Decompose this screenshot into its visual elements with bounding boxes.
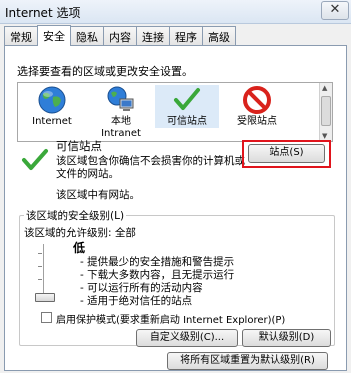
zone-trusted-sites[interactable]: 可信站点 (155, 85, 219, 128)
selected-zone-title: 可信站点 (56, 139, 102, 153)
protected-mode-label[interactable]: 启用保护模式(要求重新启动 Internet Explorer)(P) (56, 311, 285, 326)
zone-label: 本地 Intranet (101, 116, 141, 139)
scroll-thumb[interactable] (321, 96, 331, 126)
zone-restricted-sites[interactable]: 受限站点 (225, 85, 289, 128)
level-bullet: - 提供最少的安全措施和警告提示 (80, 256, 235, 268)
zone-label: 受限站点 (237, 116, 277, 127)
tab-privacy[interactable]: 隐私 (70, 26, 104, 45)
zone-list: Internet 本地 Intranet 可信站点 受限站点 ▲ ▼ (17, 82, 333, 142)
security-level-slider[interactable] (34, 242, 56, 304)
security-panel: 选择要查看的区域或更改安全设置。 Internet 本地 Intranet 可信… (4, 45, 347, 371)
zone-local-intranet[interactable]: 本地 Intranet (89, 85, 153, 140)
scroll-down-icon[interactable]: ▼ (322, 132, 327, 140)
zone-label: Internet (32, 116, 72, 127)
selected-zone-status: 该区域中有网站。 (56, 189, 140, 201)
close-button[interactable]: ✕ (321, 1, 349, 20)
reset-all-zones-button[interactable]: 将所有区域重置为默认级别(R) (167, 352, 328, 370)
selected-zone-description-cont: 文件的网站。 (56, 168, 119, 180)
zone-list-scrollbar[interactable]: ▲ ▼ (319, 83, 332, 141)
intranet-icon (107, 86, 134, 111)
allowed-levels-text: 该区域的允许级别: 全部 (24, 227, 136, 239)
level-bullet: - 下载大多数内容，且无提示运行 (80, 269, 235, 281)
zone-label: 可信站点 (167, 116, 207, 127)
tab-general[interactable]: 常规 (4, 26, 38, 45)
tab-content[interactable]: 内容 (103, 26, 137, 45)
window-title: Internet 选项 (5, 6, 81, 20)
security-level-legend: 该区域的安全级别(L) (24, 208, 127, 223)
zone-prompt: 选择要查看的区域或更改安全设置。 (17, 65, 193, 78)
tab-advanced[interactable]: 高级 (202, 26, 236, 45)
protected-mode-checkbox[interactable] (41, 312, 52, 323)
scroll-up-icon[interactable]: ▲ (322, 84, 327, 92)
checkmark-icon (22, 149, 48, 170)
custom-level-button[interactable]: 自定义级别(C)... (136, 329, 238, 347)
security-level-name: 低 (73, 241, 86, 255)
sites-button[interactable]: 站点(S) (248, 144, 325, 163)
tab-security[interactable]: 安全 (37, 25, 71, 46)
title-bar: Internet 选项 ✕ (0, 0, 351, 24)
tab-programs[interactable]: 程序 (169, 26, 203, 45)
tab-connections[interactable]: 连接 (136, 26, 170, 45)
level-bullet: - 适用于绝对信任的站点 (80, 295, 193, 307)
level-bullet: - 可以运行所有的活动内容 (80, 282, 203, 294)
globe-icon (38, 86, 66, 114)
zone-internet[interactable]: Internet (20, 85, 84, 128)
security-level-group: 该区域的安全级别(L) 该区域的允许级别: 全部 低 - 提供最少的安全措施和警… (19, 208, 335, 347)
slider-thumb[interactable] (35, 293, 55, 302)
checkmark-icon (174, 88, 200, 110)
tab-strip: 常规 安全 隐私 内容 连接 程序 高级 (4, 25, 236, 46)
restricted-icon (243, 86, 271, 114)
default-level-button[interactable]: 默认级别(D) (242, 329, 331, 347)
selected-zone-description: 该区域包含你确信不会损害你的计算机或 (56, 155, 245, 167)
